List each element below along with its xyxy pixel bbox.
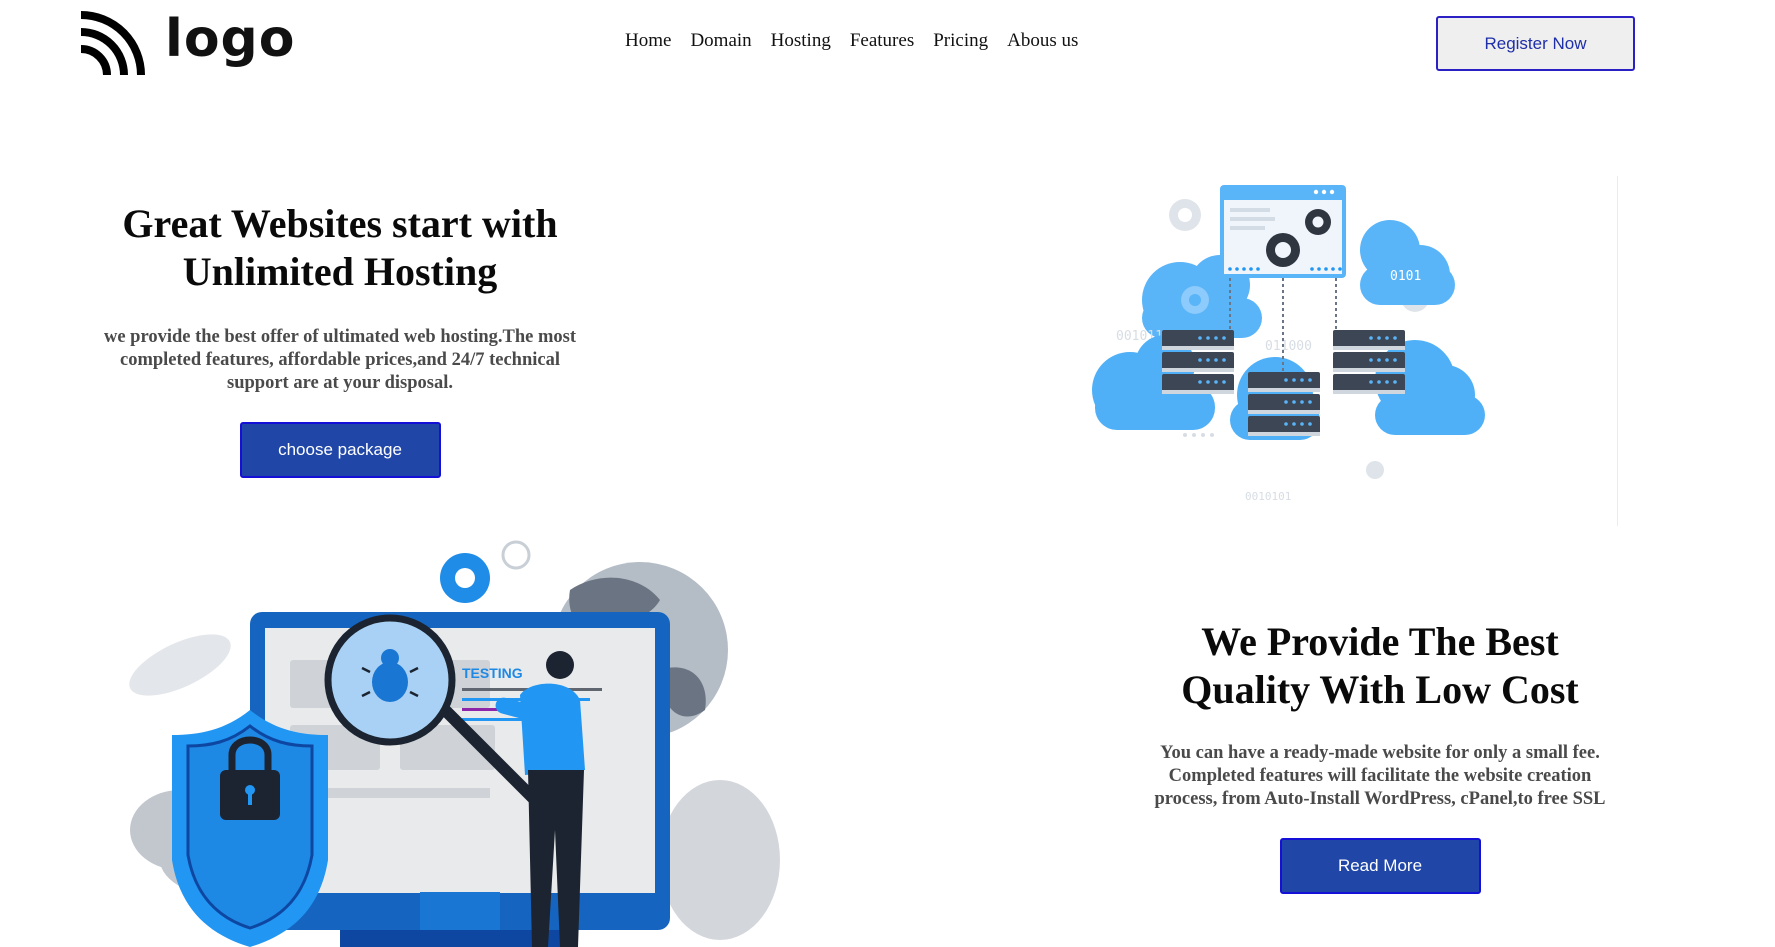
nav-hosting[interactable]: Hosting [771, 30, 831, 52]
cloud-servers-illustration: 0101 0010110001011 011000 0010101 [1092, 185, 1485, 503]
binary-text-4: 0010101 [1245, 490, 1291, 503]
wifi-arcs-icon [81, 11, 145, 75]
nav-domain[interactable]: Domain [690, 30, 751, 52]
logo[interactable]: logo [81, 6, 296, 80]
divider-line [1617, 176, 1618, 526]
nav-features[interactable]: Features [850, 30, 914, 52]
quality-title-line2: Quality With Low Cost [1181, 667, 1579, 712]
logo-text: logo [165, 9, 296, 69]
nav-home[interactable]: Home [625, 30, 671, 52]
lock-shield-icon [172, 710, 328, 947]
hero-title: Great Websites start with Unlimited Host… [100, 200, 580, 296]
testing-label: TESTING [462, 665, 523, 681]
quality-description: You can have a ready-made website for on… [1154, 743, 1606, 809]
quality-title: We Provide The Best Quality With Low Cos… [1130, 618, 1630, 714]
hero-description: we provide the best offer of ultimated w… [103, 327, 577, 393]
nav-pricing[interactable]: Pricing [933, 30, 988, 52]
hero-title-line2: Unlimited Hosting [182, 249, 498, 294]
register-now-button[interactable]: Register Now [1436, 16, 1635, 71]
choose-package-button[interactable]: choose package [239, 422, 441, 478]
main-nav: Home Domain Hosting Features Pricing Abo… [625, 30, 1078, 52]
quality-section: We Provide The Best Quality With Low Cos… [1130, 618, 1630, 894]
hero-section: Great Websites start with Unlimited Host… [100, 200, 580, 478]
bug-testing-illustration: TESTING [129, 540, 780, 947]
binary-text-3: 011000 [1265, 339, 1312, 354]
read-more-button[interactable]: Read More [1279, 838, 1481, 894]
nav-about-us[interactable]: Abous us [1007, 30, 1078, 52]
hero-title-line1: Great Websites start with [122, 201, 558, 246]
binary-text-1: 0101 [1390, 269, 1421, 284]
quality-title-line1: We Provide The Best [1201, 619, 1559, 664]
gear-icon [440, 553, 490, 603]
